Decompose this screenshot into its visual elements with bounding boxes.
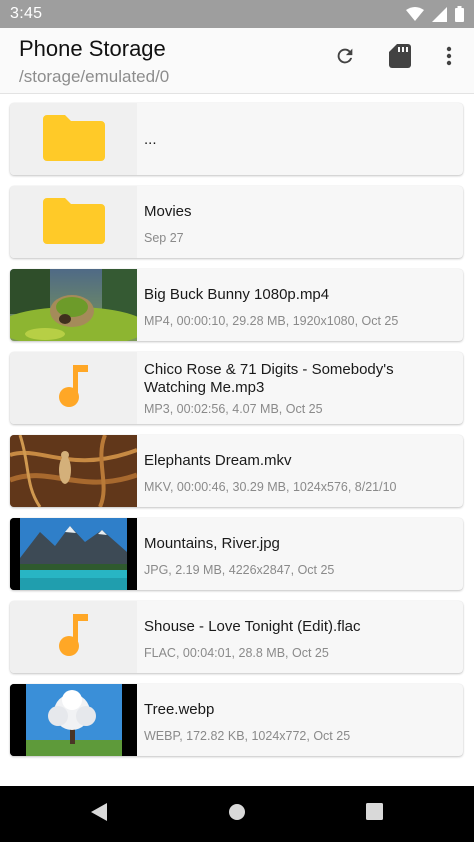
page-title: Phone Storage [19, 36, 166, 61]
thumbnail [10, 352, 137, 424]
recents-icon [365, 803, 383, 825]
thumbnail [10, 601, 137, 673]
file-name: ... [144, 131, 157, 148]
file-name: Elephants Dream.mkv [144, 452, 292, 469]
thumbnail [10, 186, 137, 258]
cell-signal-icon [432, 6, 447, 22]
current-path: /storage/emulated/0 [19, 67, 170, 86]
file-name: Tree.webp [144, 701, 215, 718]
video-thumbnail [10, 269, 137, 341]
refresh-button[interactable] [330, 43, 360, 73]
status-bar: 3:45 [0, 0, 474, 28]
status-time: 3:45 [10, 5, 43, 22]
file-list[interactable]: ... Movies Sep 27 Big Buck Bunny 1080p.m… [0, 94, 474, 786]
home-icon [228, 803, 246, 826]
back-button[interactable] [87, 802, 111, 826]
folder-icon [42, 196, 105, 249]
file-meta: MP4, 00:00:10, 29.28 MB, 1920x1080, Oct … [144, 314, 399, 328]
file-name: Big Buck Bunny 1080p.mp4 [144, 286, 330, 303]
file-meta: MP3, 00:02:56, 4.07 MB, Oct 25 [144, 402, 323, 416]
status-icons [406, 6, 464, 22]
sd-card-button[interactable] [385, 43, 415, 73]
file-name: Chico Rose & 71 Digits - Somebody's Watc… [144, 361, 394, 396]
app-bar: Phone Storage /storage/emulated/0 [0, 28, 474, 94]
image-thumbnail [10, 684, 137, 756]
file-meta: FLAC, 00:04:01, 28.8 MB, Oct 25 [144, 646, 329, 660]
video-thumbnail [10, 435, 137, 507]
list-item-shouse-flac[interactable]: Shouse - Love Tonight (Edit).flac FLAC, … [10, 601, 463, 673]
music-note-icon [58, 364, 90, 412]
wifi-icon [406, 7, 424, 21]
home-button[interactable] [225, 802, 249, 826]
list-item-parent-folder[interactable]: ... [10, 103, 463, 175]
music-note-icon [58, 613, 90, 661]
file-name: Shouse - Love Tonight (Edit).flac [144, 618, 361, 635]
image-thumbnail [10, 518, 137, 590]
back-icon [89, 802, 109, 827]
list-item-tree-webp[interactable]: Tree.webp WEBP, 172.82 KB, 1024x772, Oct… [10, 684, 463, 756]
file-name: Mountains, River.jpg [144, 535, 280, 552]
refresh-icon [334, 45, 356, 72]
list-item-movies-folder[interactable]: Movies Sep 27 [10, 186, 463, 258]
file-meta: MKV, 00:00:46, 30.29 MB, 1024x576, 8/21/… [144, 480, 397, 494]
list-item-elephants-dream[interactable]: Elephants Dream.mkv MKV, 00:00:46, 30.29… [10, 435, 463, 507]
more-vert-icon [446, 46, 452, 71]
recents-button[interactable] [362, 802, 386, 826]
battery-icon [455, 6, 464, 22]
file-meta: JPG, 2.19 MB, 4226x2847, Oct 25 [144, 563, 335, 577]
file-meta: WEBP, 172.82 KB, 1024x772, Oct 25 [144, 729, 351, 743]
file-name: Movies [144, 203, 192, 220]
list-item-mountains-river[interactable]: Mountains, River.jpg JPG, 2.19 MB, 4226x… [10, 518, 463, 590]
folder-icon [42, 113, 105, 166]
more-options-button[interactable] [434, 43, 464, 73]
navigation-bar [0, 786, 474, 842]
list-item-big-buck-bunny[interactable]: Big Buck Bunny 1080p.mp4 MP4, 00:00:10, … [10, 269, 463, 341]
list-item-chico-rose-mp3[interactable]: Chico Rose & 71 Digits - Somebody's Watc… [10, 352, 463, 424]
file-meta: Sep 27 [144, 231, 184, 245]
sd-card-icon [389, 43, 411, 73]
thumbnail [10, 103, 137, 175]
